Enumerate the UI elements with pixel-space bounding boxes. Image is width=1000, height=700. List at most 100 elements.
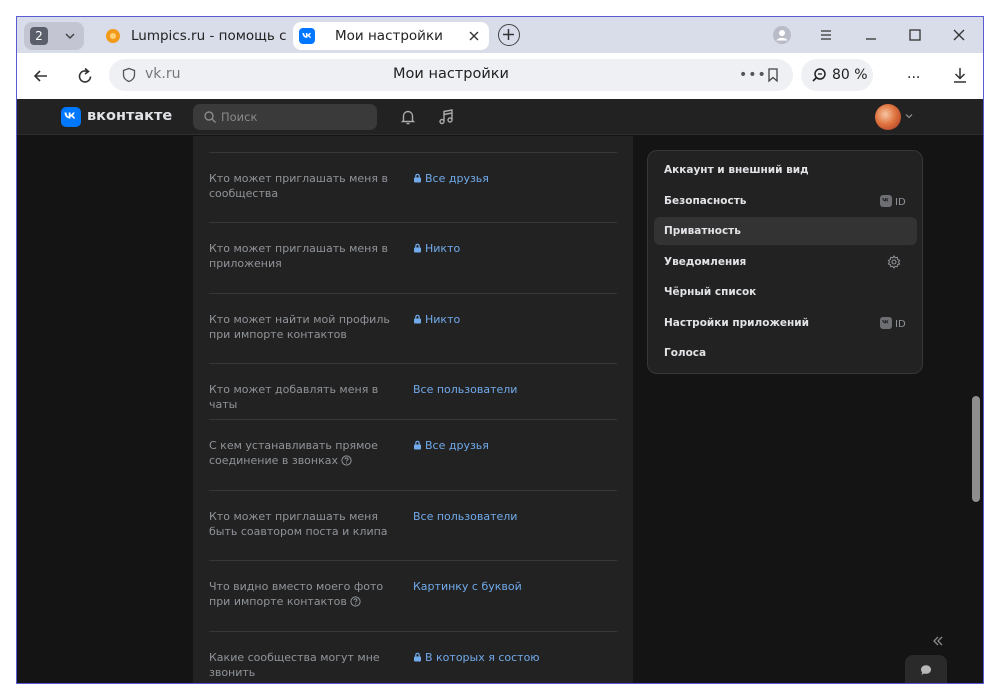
more-dots-icon[interactable]: •••: [739, 67, 767, 83]
menu-item-app-settings[interactable]: Настройки приложений ID: [654, 309, 917, 337]
vk-header: вконтакте Поиск: [17, 99, 983, 135]
privacy-row-value[interactable]: В которых я состою: [413, 651, 540, 664]
help-icon[interactable]: [341, 454, 352, 466]
settings-menu: Аккаунт и внешний вид Безопасность ID Пр…: [647, 150, 923, 374]
browser-menu-button[interactable]: ...: [907, 66, 920, 82]
zoom-icon: [812, 68, 826, 82]
vk-logo-icon[interactable]: [61, 107, 81, 127]
menu-item-privacy[interactable]: Приватность: [654, 217, 917, 245]
privacy-value-text: Никто: [425, 313, 461, 326]
music-icon[interactable]: [437, 108, 455, 126]
scrollbar-thumb[interactable]: [972, 396, 980, 502]
menu-item-label: Голоса: [664, 347, 707, 359]
privacy-row: Кто может добавлять меня в чаты Все поль…: [209, 364, 617, 420]
privacy-value-text: Все друзья: [425, 439, 489, 452]
privacy-row: Какие сообщества могут мне звонить В кот…: [209, 632, 617, 683]
privacy-value-text: Никто: [425, 242, 461, 255]
vk-logo-text[interactable]: вконтакте: [87, 108, 172, 124]
privacy-row-value[interactable]: Все пользователи: [413, 383, 517, 396]
search-placeholder: Поиск: [221, 110, 258, 124]
privacy-settings-panel: Кто может приглашать меня в сообщества В…: [193, 136, 633, 683]
lock-icon: [414, 173, 421, 183]
plus-icon: [503, 29, 514, 40]
lumpics-favicon-icon: [106, 29, 120, 43]
svg-text:ID: ID: [895, 319, 906, 330]
lock-icon: [414, 314, 421, 324]
privacy-row-value[interactable]: Все друзья: [413, 439, 489, 452]
privacy-row: Кто может приглашать меня в сообщества В…: [209, 153, 617, 223]
tab-title: Мои настройки: [335, 28, 443, 44]
avatar[interactable]: [875, 104, 901, 130]
privacy-row-label: Что видно вместо моего фото при импорте …: [209, 580, 397, 609]
svg-text:ID: ID: [895, 197, 906, 208]
tab-count: 2: [30, 27, 48, 45]
privacy-value-text: Картинку с буквой: [413, 580, 522, 593]
chat-button[interactable]: [905, 655, 947, 683]
menu-hamburger-icon[interactable]: [817, 26, 835, 44]
tab-title: Lumpics.ru - помощь с компьютером: [131, 28, 289, 44]
privacy-value-text: Все пользователи: [413, 383, 518, 396]
vk-page: вконтакте Поиск Кто может приглашать мен…: [17, 99, 983, 683]
zoom-level: 80 %: [832, 67, 868, 83]
privacy-row-value[interactable]: Все друзья: [413, 172, 489, 185]
privacy-row-label: С кем устанавливать прямое соединение в …: [209, 439, 379, 468]
privacy-value-text: Все пользователи: [413, 510, 518, 523]
new-tab-button[interactable]: [498, 24, 520, 46]
help-icon[interactable]: [350, 595, 361, 607]
menu-item-votes[interactable]: Голоса: [654, 339, 917, 367]
privacy-row-value[interactable]: Никто: [413, 313, 460, 326]
privacy-row-label: Кто может добавлять меня в чаты: [209, 383, 379, 411]
chat-bubble-icon: [921, 665, 931, 675]
privacy-row-label: Кто может приглашать меня в сообщества: [209, 172, 388, 200]
profile-icon[interactable]: [773, 26, 791, 44]
search-icon: [204, 111, 216, 123]
menu-item-notifications[interactable]: Уведомления: [654, 248, 917, 276]
chevron-down-icon[interactable]: [904, 111, 914, 121]
privacy-row: Кто может приглашать меня быть соавтором…: [209, 491, 617, 561]
vk-id-icon: ID: [880, 195, 906, 208]
privacy-row-label: Кто может приглашать меня быть соавтором…: [209, 510, 388, 538]
bell-icon[interactable]: [399, 108, 417, 126]
close-tab-icon[interactable]: [467, 29, 481, 43]
gear-icon: [887, 255, 901, 269]
menu-item-label: Чёрный список: [664, 286, 757, 298]
close-window-icon[interactable]: [950, 26, 968, 44]
navigation-bar: vk.ru Мои настройки ••• 80 % ...: [17, 53, 983, 99]
tab-lumpics[interactable]: Lumpics.ru - помощь с компьютером: [99, 22, 289, 50]
privacy-value-text: Все друзья: [425, 172, 489, 185]
zoom-button[interactable]: 80 %: [801, 59, 873, 91]
menu-item-label: Настройки приложений: [664, 317, 809, 329]
lock-icon: [414, 652, 421, 662]
bookmark-icon[interactable]: [765, 67, 781, 83]
menu-item-security[interactable]: Безопасность ID: [654, 187, 917, 215]
privacy-row-label: Какие сообщества могут мне звонить: [209, 651, 380, 679]
double-chevron-left-icon[interactable]: [931, 634, 945, 648]
menu-item-label: Безопасность: [664, 195, 747, 207]
privacy-row-label: Кто может приглашать меня в приложения: [209, 242, 388, 270]
privacy-row-value[interactable]: Никто: [413, 242, 460, 255]
menu-item-account[interactable]: Аккаунт и внешний вид: [654, 156, 917, 184]
privacy-row: Что видно вместо моего фото при импорте …: [209, 561, 617, 632]
privacy-row: С кем устанавливать прямое соединение в …: [209, 420, 617, 491]
privacy-row: Кто может приглашать меня в приложения Н…: [209, 223, 617, 294]
lock-icon: [414, 440, 421, 450]
tab-vk-settings[interactable]: Мои настройки: [293, 22, 489, 50]
browser-window: 2 Lumpics.ru - помощь с компьютером Мои …: [16, 16, 984, 684]
privacy-value-text: В которых я состою: [425, 651, 540, 664]
back-arrow-icon[interactable]: [31, 66, 51, 86]
privacy-row: Кто может найти мой профиль при импорте …: [209, 294, 617, 364]
tab-bar: 2 Lumpics.ru - помощь с компьютером Мои …: [17, 17, 983, 53]
tab-counter-button[interactable]: 2: [24, 22, 84, 50]
menu-item-label: Аккаунт и внешний вид: [664, 164, 809, 176]
maximize-icon[interactable]: [906, 26, 924, 44]
privacy-row-value[interactable]: Картинку с буквой: [413, 580, 522, 593]
reload-icon[interactable]: [75, 66, 95, 86]
menu-item-blacklist[interactable]: Чёрный список: [654, 278, 917, 306]
privacy-row-value[interactable]: Все пользователи: [413, 510, 517, 523]
vk-search-input[interactable]: Поиск: [193, 104, 377, 130]
privacy-row-label: Кто может найти мой профиль при импорте …: [209, 313, 390, 341]
minimize-icon[interactable]: [862, 26, 880, 44]
address-bar[interactable]: vk.ru Мои настройки •••: [109, 59, 793, 91]
download-icon[interactable]: [951, 66, 969, 84]
vk-favicon-icon: [299, 28, 315, 44]
